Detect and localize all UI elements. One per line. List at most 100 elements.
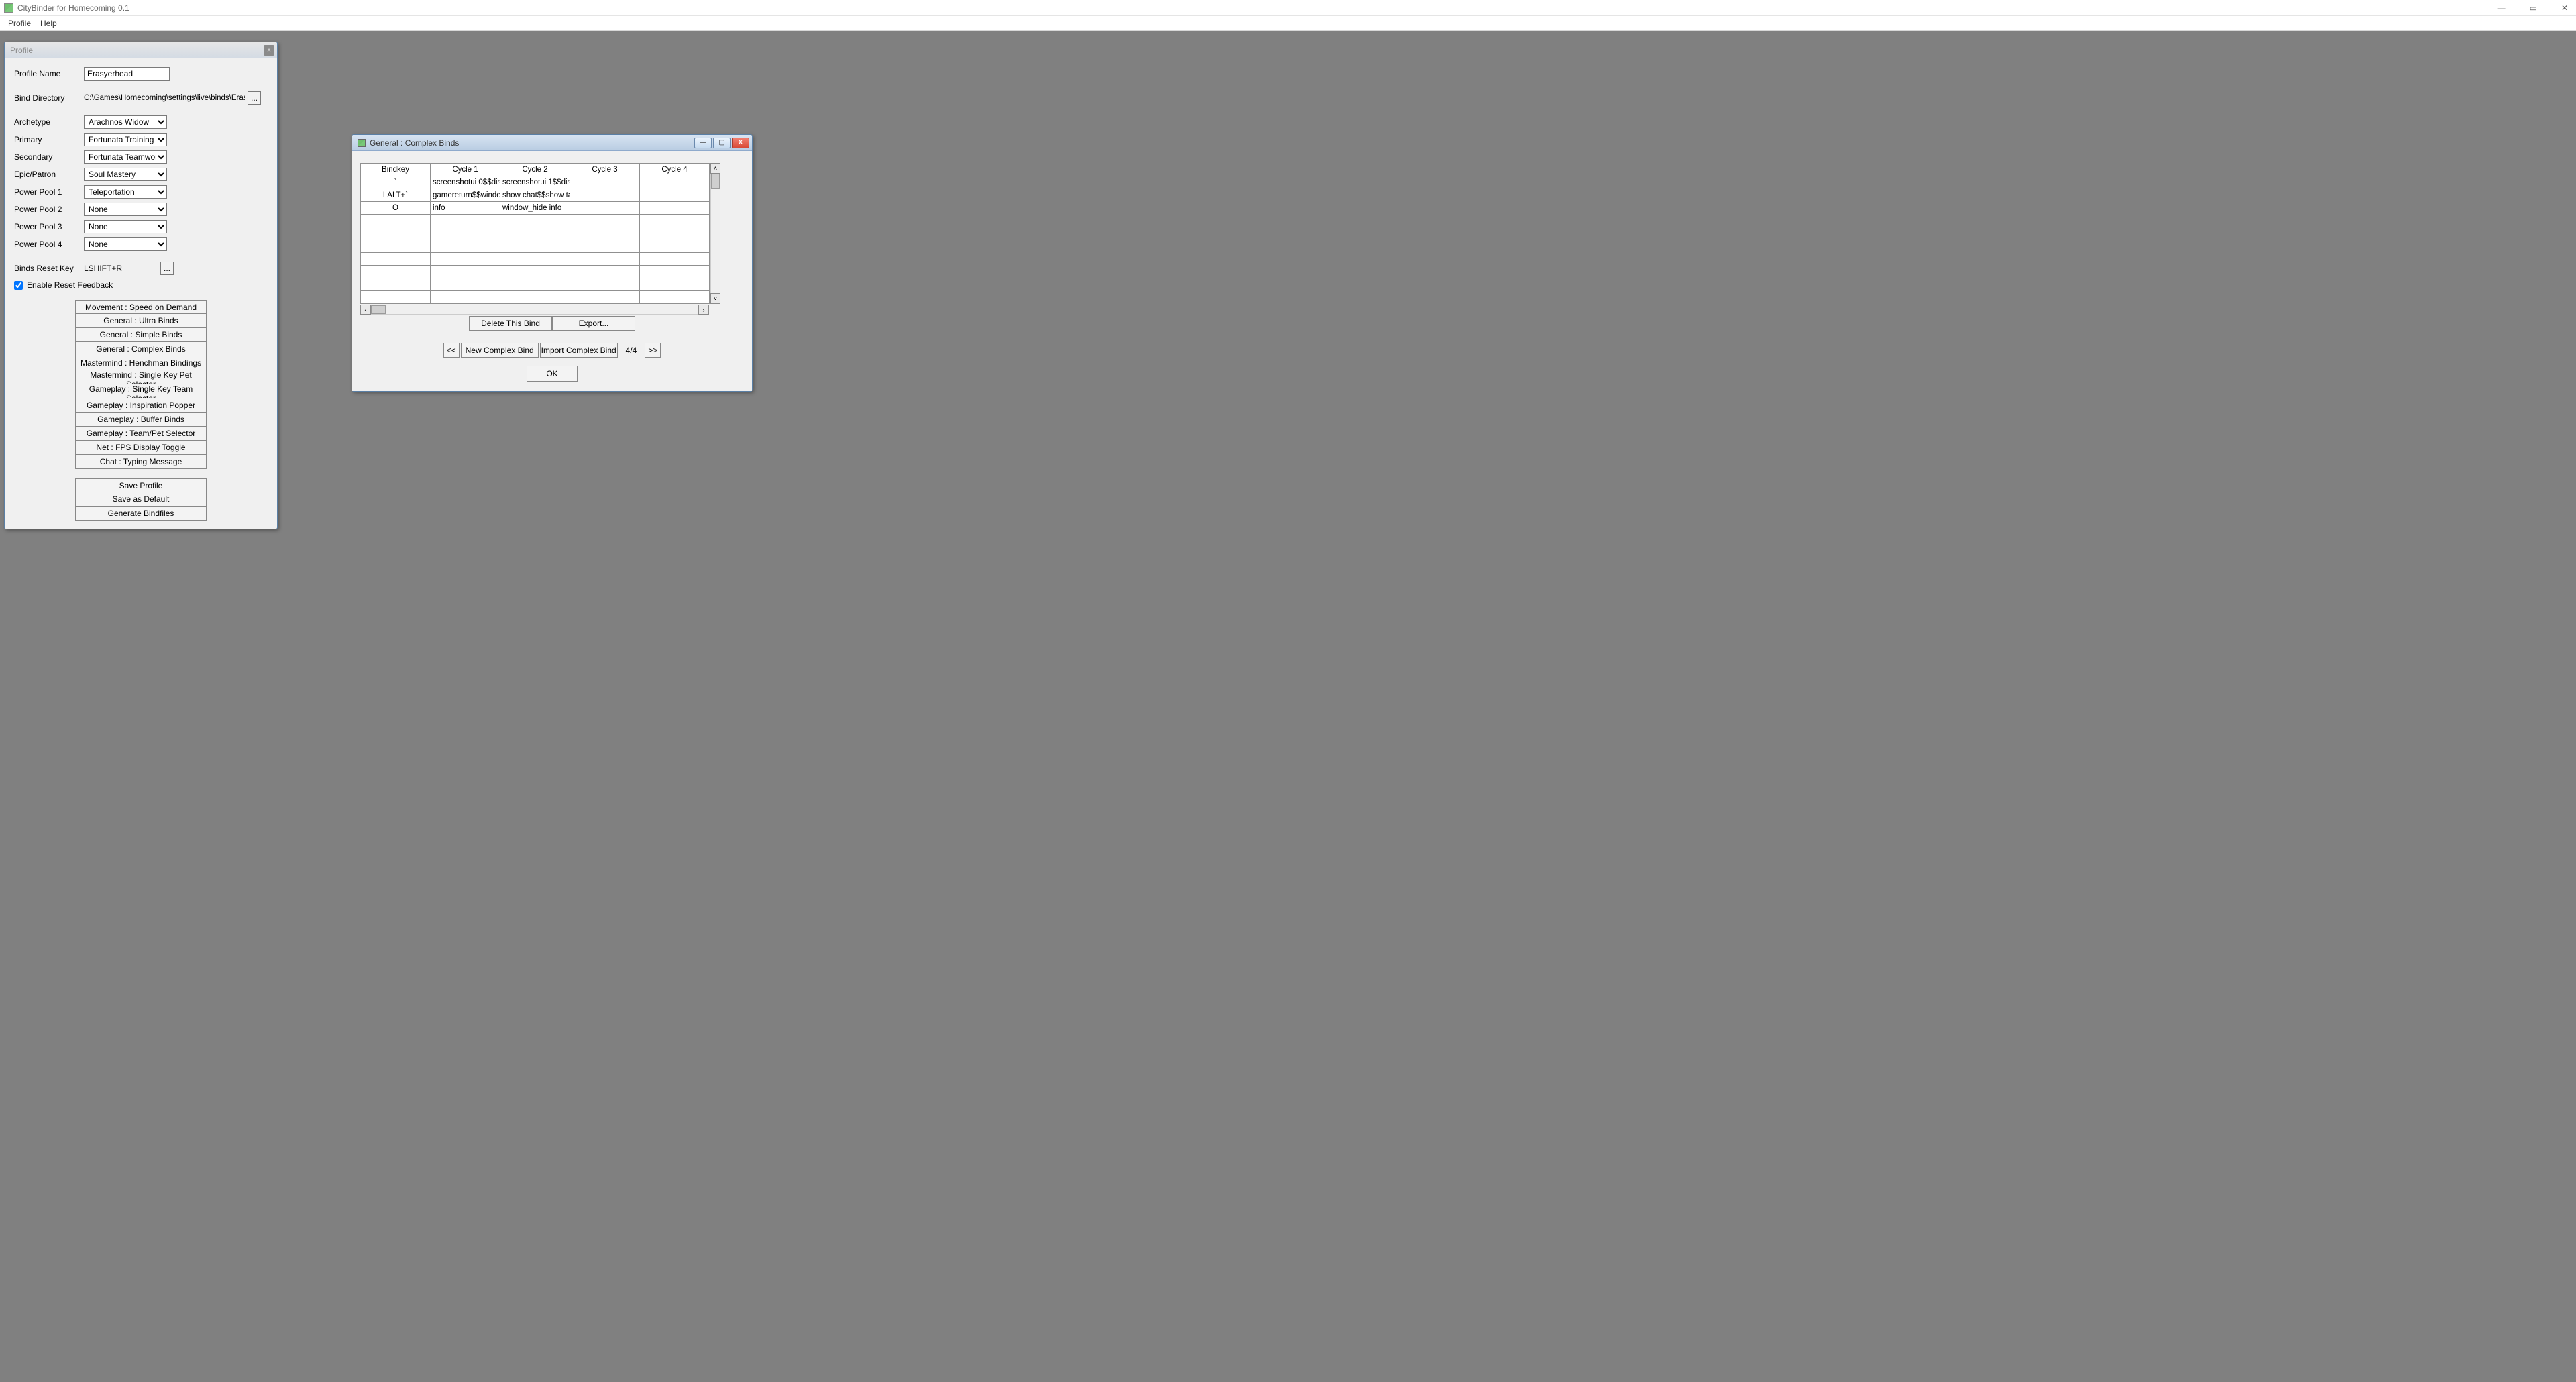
generate-bindfiles-button[interactable]: Generate Bindfiles [75, 507, 207, 521]
cell-cycle[interactable] [570, 227, 640, 240]
cell-cycle[interactable] [500, 240, 570, 253]
cell-cycle[interactable] [570, 189, 640, 202]
complex-titlebar[interactable]: General : Complex Binds — ▢ X [352, 135, 752, 151]
module-button[interactable]: Net : FPS Display Toggle [75, 441, 207, 455]
delete-bind-button[interactable]: Delete This Bind [469, 316, 552, 331]
cell-cycle[interactable] [640, 253, 710, 266]
table-row[interactable] [361, 215, 710, 227]
profile-titlebar[interactable]: Profile x [5, 42, 277, 58]
cell-cycle[interactable] [640, 215, 710, 227]
cell-cycle[interactable] [431, 215, 500, 227]
table-row[interactable] [361, 253, 710, 266]
cell-cycle[interactable] [431, 291, 500, 304]
pool1-select[interactable]: Teleportation [84, 185, 167, 199]
module-button[interactable]: General : Simple Binds [75, 328, 207, 342]
cell-cycle[interactable] [570, 278, 640, 291]
cell-cycle[interactable] [431, 240, 500, 253]
vscroll-thumb[interactable] [711, 174, 720, 189]
cell-cycle[interactable]: screenshotui 1$$disa [500, 176, 570, 189]
table-vscrollbar[interactable]: ˄ ˅ [710, 163, 720, 304]
cell-bindkey[interactable] [361, 215, 431, 227]
pool4-select[interactable]: None [84, 237, 167, 251]
secondary-select[interactable]: Fortunata Teamwork [84, 150, 167, 164]
scroll-left-icon[interactable]: ‹ [360, 305, 371, 315]
cell-cycle[interactable] [500, 291, 570, 304]
cell-cycle[interactable] [431, 278, 500, 291]
binds-table[interactable]: Bindkey Cycle 1 Cycle 2 Cycle 3 Cycle 4 … [360, 163, 710, 304]
scroll-up-icon[interactable]: ˄ [710, 163, 720, 174]
cell-cycle[interactable]: info [431, 202, 500, 215]
cell-cycle[interactable] [431, 266, 500, 278]
cell-cycle[interactable] [640, 278, 710, 291]
complex-close-button[interactable]: X [732, 138, 749, 148]
cell-bindkey[interactable] [361, 291, 431, 304]
hscroll-thumb[interactable] [371, 305, 386, 314]
table-row[interactable] [361, 227, 710, 240]
pool3-select[interactable]: None [84, 220, 167, 233]
table-row[interactable]: `screenshotui 0$$disascreenshotui 1$$dis… [361, 176, 710, 189]
profile-close-icon[interactable]: x [264, 45, 274, 56]
cell-cycle[interactable] [640, 240, 710, 253]
cell-cycle[interactable] [570, 215, 640, 227]
table-hscrollbar[interactable]: ‹ › [360, 305, 709, 315]
col-cycle1[interactable]: Cycle 1 [431, 164, 500, 176]
enable-reset-checkbox[interactable] [14, 281, 23, 290]
save-default-button[interactable]: Save as Default [75, 492, 207, 507]
cell-bindkey[interactable]: LALT+` [361, 189, 431, 202]
cell-cycle[interactable] [570, 266, 640, 278]
prev-page-button[interactable]: << [443, 343, 460, 358]
module-button[interactable]: Chat : Typing Message [75, 455, 207, 469]
cell-cycle[interactable] [570, 202, 640, 215]
new-complex-bind-button[interactable]: New Complex Bind [461, 343, 539, 358]
cell-cycle[interactable] [570, 176, 640, 189]
cell-bindkey[interactable]: ` [361, 176, 431, 189]
col-cycle4[interactable]: Cycle 4 [640, 164, 710, 176]
module-button[interactable]: Gameplay : Inspiration Popper [75, 398, 207, 413]
cell-cycle[interactable] [640, 227, 710, 240]
table-row[interactable]: LALT+`gamereturn$$windowshow chat$$show … [361, 189, 710, 202]
table-row[interactable] [361, 278, 710, 291]
cell-cycle[interactable] [500, 266, 570, 278]
cell-cycle[interactable] [570, 291, 640, 304]
cell-bindkey[interactable] [361, 253, 431, 266]
table-row[interactable] [361, 266, 710, 278]
table-row[interactable] [361, 240, 710, 253]
cell-cycle[interactable] [640, 189, 710, 202]
menu-help[interactable]: Help [40, 19, 57, 28]
cell-cycle[interactable] [640, 202, 710, 215]
minimize-button[interactable]: — [2493, 2, 2510, 14]
cell-cycle[interactable] [500, 278, 570, 291]
module-button[interactable]: Movement : Speed on Demand [75, 300, 207, 314]
cell-cycle[interactable]: gamereturn$$window [431, 189, 500, 202]
maximize-button[interactable]: ▭ [2526, 2, 2541, 14]
cell-bindkey[interactable] [361, 266, 431, 278]
cell-cycle[interactable]: screenshotui 0$$disa [431, 176, 500, 189]
cell-bindkey[interactable] [361, 227, 431, 240]
save-profile-button[interactable]: Save Profile [75, 478, 207, 492]
profile-name-input[interactable] [84, 67, 170, 81]
cell-cycle[interactable] [500, 227, 570, 240]
scroll-right-icon[interactable]: › [698, 305, 709, 315]
col-cycle2[interactable]: Cycle 2 [500, 164, 570, 176]
primary-select[interactable]: Fortunata Training [84, 133, 167, 146]
module-button[interactable]: Mastermind : Henchman Bindings [75, 356, 207, 370]
menu-profile[interactable]: Profile [8, 19, 31, 28]
cell-cycle[interactable] [500, 253, 570, 266]
module-button[interactable]: Gameplay : Single Key Team Selector [75, 384, 207, 398]
table-row[interactable]: Oinfowindow_hide info [361, 202, 710, 215]
module-button[interactable]: Gameplay : Buffer Binds [75, 413, 207, 427]
table-row[interactable] [361, 291, 710, 304]
module-button[interactable]: General : Ultra Binds [75, 314, 207, 328]
module-button[interactable]: Gameplay : Team/Pet Selector [75, 427, 207, 441]
cell-bindkey[interactable] [361, 240, 431, 253]
module-button[interactable]: General : Complex Binds [75, 342, 207, 356]
complex-maximize-button[interactable]: ▢ [713, 138, 731, 148]
ok-button[interactable]: OK [527, 366, 578, 382]
epic-select[interactable]: Soul Mastery [84, 168, 167, 181]
cell-cycle[interactable] [570, 253, 640, 266]
cell-bindkey[interactable]: O [361, 202, 431, 215]
cell-cycle[interactable] [570, 240, 640, 253]
reset-key-browse-button[interactable]: ... [160, 262, 174, 275]
import-complex-bind-button[interactable]: Import Complex Bind [540, 343, 618, 358]
cell-bindkey[interactable] [361, 278, 431, 291]
